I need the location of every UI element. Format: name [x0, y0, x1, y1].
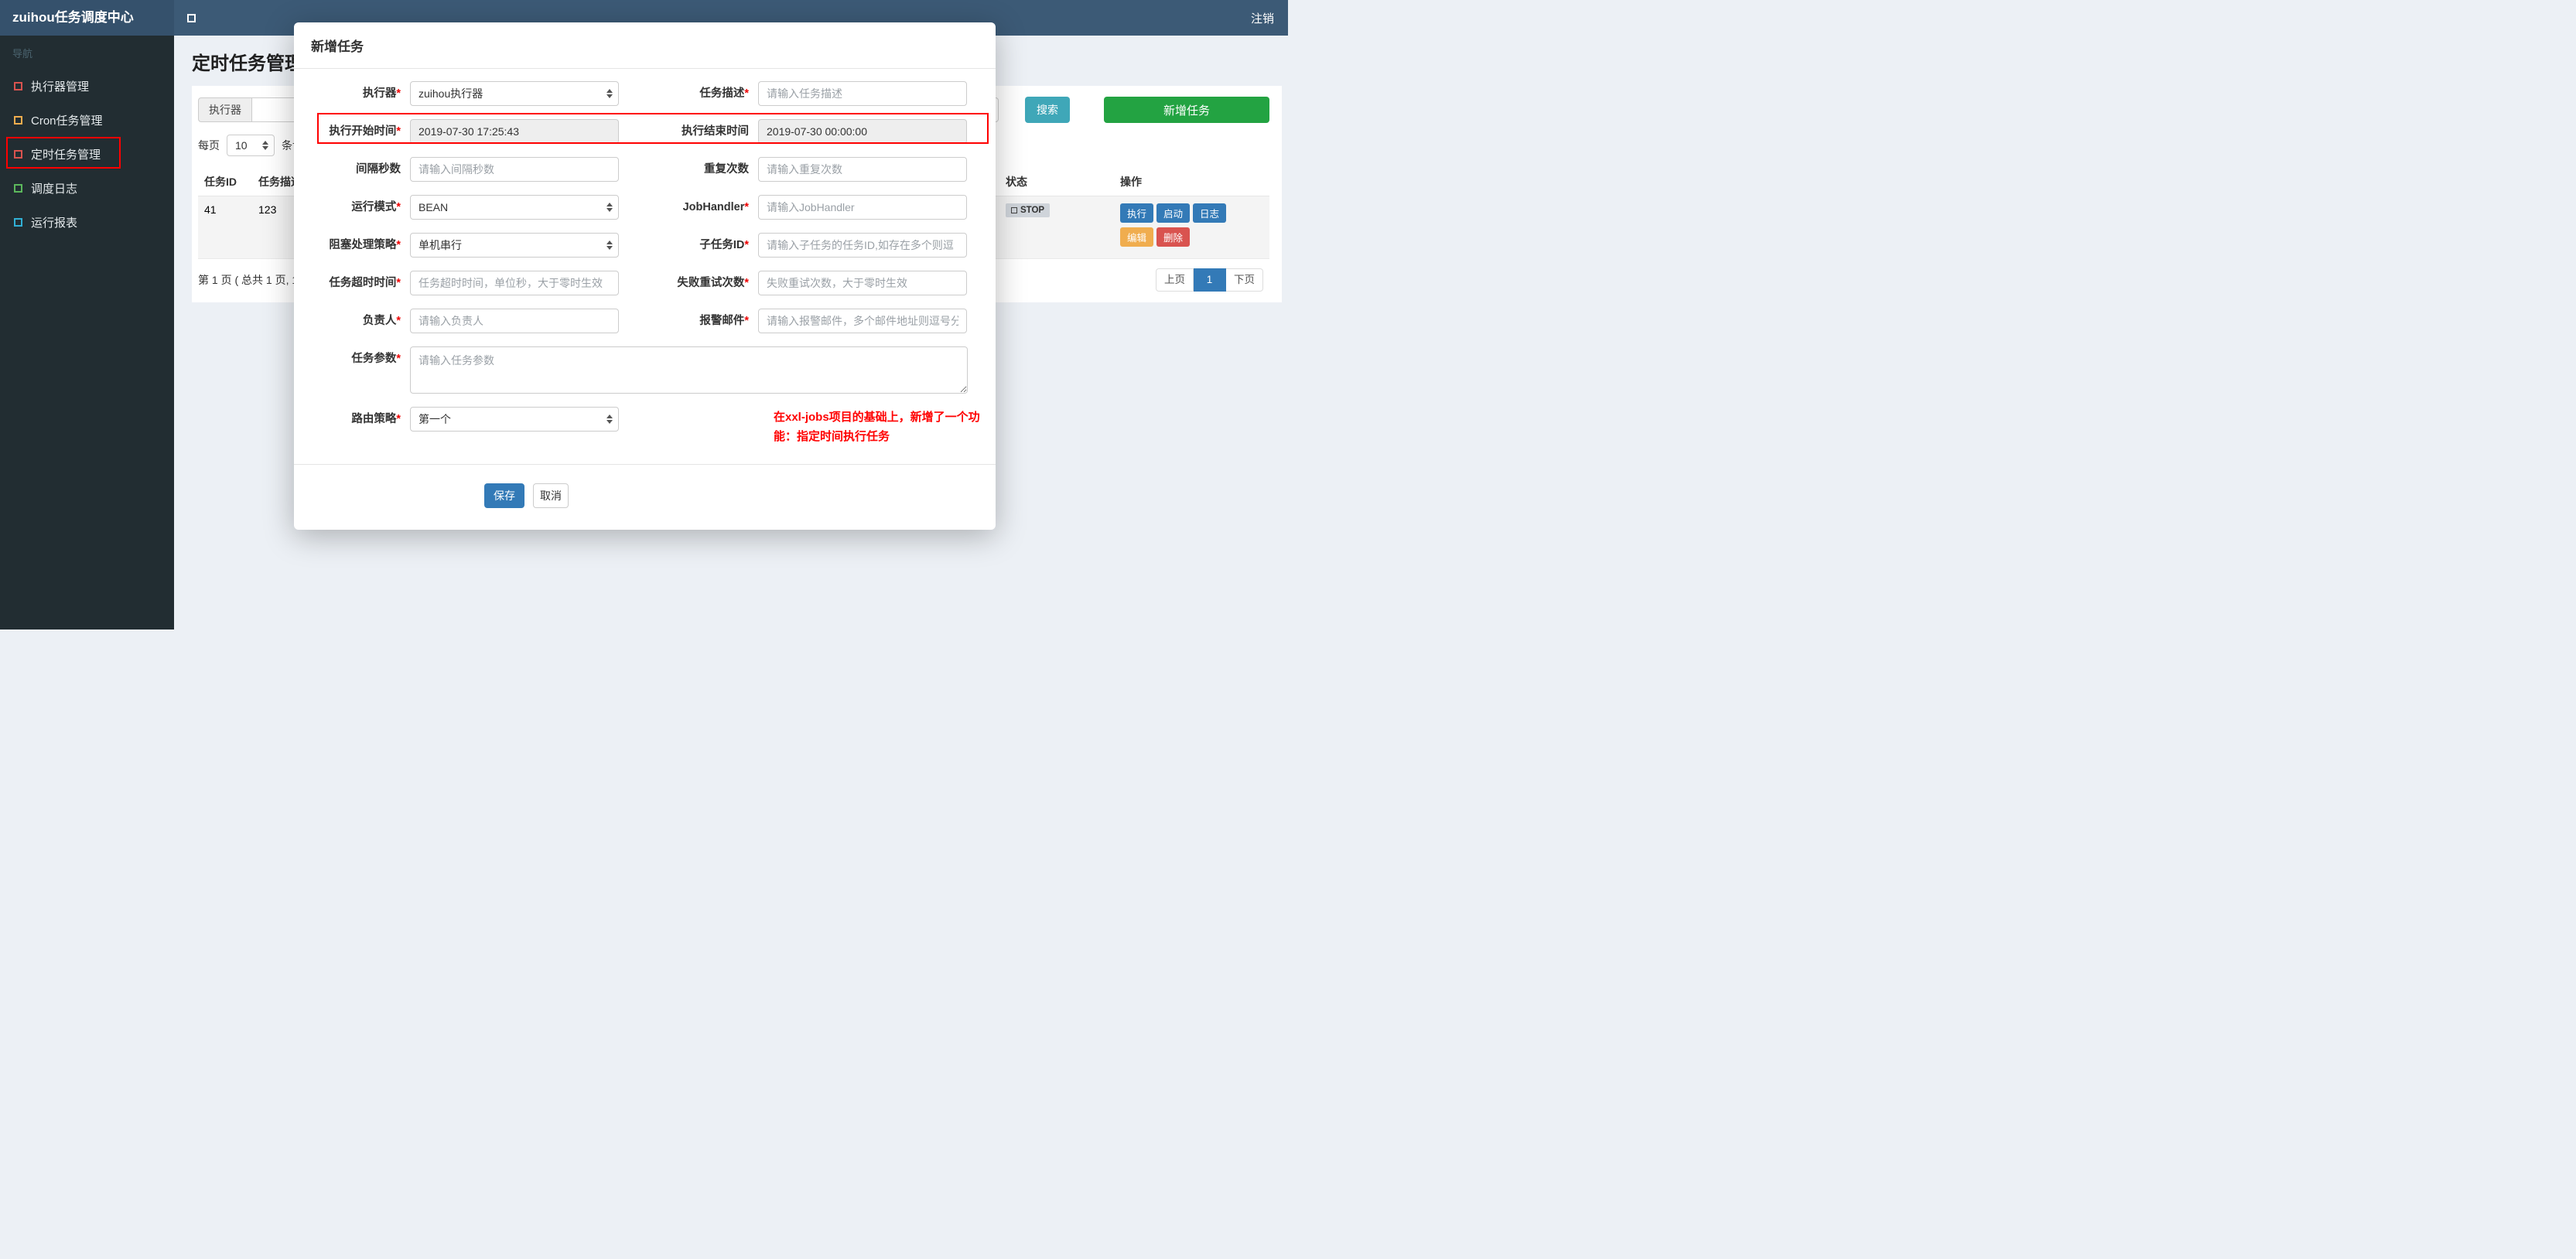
job-handler-input[interactable]	[758, 195, 967, 220]
route-strategy-select[interactable]: 第一个	[410, 407, 619, 432]
fail-retry-input[interactable]	[758, 271, 967, 295]
author-input[interactable]	[410, 309, 619, 333]
fail-retry-label: 失败重试次数*	[677, 277, 749, 289]
executor-filter-label: 执行器	[198, 97, 252, 122]
sidebar-item-label: 定时任务管理	[31, 148, 101, 162]
child-job-input[interactable]	[758, 233, 967, 258]
block-strategy-label: 阻塞处理策略*	[329, 239, 401, 251]
search-button[interactable]: 搜索	[1025, 97, 1070, 123]
timeout-label: 任务超时时间*	[329, 277, 401, 289]
job-param-textarea[interactable]	[410, 346, 968, 394]
per-page-select[interactable]: 10	[227, 135, 275, 156]
modal-title: 新增任务	[294, 22, 996, 69]
interval-label: 间隔秒数	[356, 163, 401, 176]
delete-button[interactable]: 删除	[1156, 227, 1191, 247]
pagination-buttons: 上页 1 下页	[1156, 268, 1263, 292]
alarm-email-label: 报警邮件*	[699, 315, 749, 327]
sidebar-item-label: 运行报表	[31, 216, 78, 230]
start-time-input[interactable]	[410, 119, 619, 144]
child-job-label: 子任务ID*	[699, 239, 749, 251]
feature-note: 在xxl-jobs项目的基础上，新增了一个功能：指定时间执行任务	[774, 411, 980, 443]
executor-select[interactable]: zuihou执行器	[410, 81, 619, 106]
cell-status: STOP	[999, 196, 1114, 259]
sidebar-item-label: 执行器管理	[31, 80, 90, 94]
square-outline-icon	[1011, 207, 1017, 213]
square-outline-icon	[14, 183, 22, 193]
col-job-id: 任务ID	[198, 168, 252, 196]
modal-divider	[294, 463, 996, 465]
cell-actions: 执行 启动 日志 编辑 删除	[1114, 196, 1269, 259]
job-desc-input[interactable]	[758, 81, 967, 106]
sidebar-item-timed-job-mgmt[interactable]: 定时任务管理	[0, 137, 174, 171]
sidebar-toggle-icon[interactable]	[187, 13, 196, 22]
repeat-label: 重复次数	[704, 163, 749, 176]
sidebar-item-executor-mgmt[interactable]: 执行器管理	[0, 69, 174, 103]
col-actions: 操作	[1114, 168, 1269, 196]
status-badge: STOP	[1006, 203, 1051, 217]
square-outline-icon	[14, 81, 22, 90]
sidebar-item-label: 调度日志	[31, 182, 78, 196]
repeat-input[interactable]	[758, 157, 967, 182]
end-time-label: 执行结束时间	[682, 125, 749, 138]
sidebar-section-label: 导航	[12, 48, 33, 60]
sidebar-item-cron-job-mgmt[interactable]: Cron任务管理	[0, 103, 174, 137]
glue-type-label: 运行模式*	[351, 201, 401, 213]
start-time-label: 执行开始时间*	[329, 125, 401, 138]
sidebar-item-run-report[interactable]: 运行报表	[0, 205, 174, 239]
col-status: 状态	[999, 168, 1114, 196]
cancel-button[interactable]: 取消	[533, 483, 569, 508]
page: zuihou任务调度中心 注销 导航 执行器管理 Cron任务管理 定时任务管理…	[0, 0, 1288, 630]
modal-body: 执行器* zuihou执行器 任务描述* 执行开始时间* 执行结束时间 间隔秒数…	[294, 69, 996, 508]
sidebar-item-label: Cron任务管理	[31, 114, 103, 128]
block-strategy-select[interactable]: 单机串行	[410, 233, 619, 258]
per-page-prefix: 每页	[198, 139, 220, 152]
author-label: 负责人*	[362, 315, 401, 327]
pagination-summary: 第 1 页 ( 总共 1 页, 1	[198, 274, 299, 286]
edit-button[interactable]: 编辑	[1120, 227, 1154, 247]
route-strategy-label: 路由策略*	[351, 413, 401, 425]
job-handler-label: JobHandler*	[682, 201, 749, 213]
sidebar: 导航 执行器管理 Cron任务管理 定时任务管理 调度日志 运行报表	[0, 36, 174, 630]
log-button[interactable]: 日志	[1193, 203, 1227, 223]
job-param-label: 任务参数*	[351, 353, 401, 365]
square-outline-icon	[14, 115, 22, 125]
square-outline-icon	[14, 149, 22, 159]
logout-link[interactable]: 注销	[1251, 10, 1288, 26]
job-desc-label: 任务描述*	[699, 87, 749, 100]
add-job-button[interactable]: 新增任务	[1104, 97, 1269, 123]
add-job-modal: 新增任务 执行器* zuihou执行器 任务描述* 执行开始时间* 执行结束时间…	[294, 22, 996, 530]
save-button[interactable]: 保存	[484, 483, 524, 508]
glue-type-select[interactable]: BEAN	[410, 195, 619, 220]
run-button[interactable]: 执行	[1120, 203, 1154, 223]
prev-page-button[interactable]: 上页	[1156, 268, 1194, 292]
next-page-button[interactable]: 下页	[1226, 268, 1263, 292]
timeout-input[interactable]	[410, 271, 619, 295]
app-brand: zuihou任务调度中心	[0, 0, 174, 36]
modal-footer: 保存 取消	[294, 483, 996, 508]
end-time-input[interactable]	[758, 119, 967, 144]
sidebar-item-schedule-log[interactable]: 调度日志	[0, 171, 174, 205]
alarm-email-input[interactable]	[758, 309, 967, 333]
executor-label: 执行器*	[362, 87, 401, 100]
square-outline-icon	[14, 217, 22, 227]
start-button[interactable]: 启动	[1156, 203, 1191, 223]
interval-input[interactable]	[410, 157, 619, 182]
page-1-button[interactable]: 1	[1194, 268, 1226, 292]
cell-job-id: 41	[198, 196, 252, 259]
